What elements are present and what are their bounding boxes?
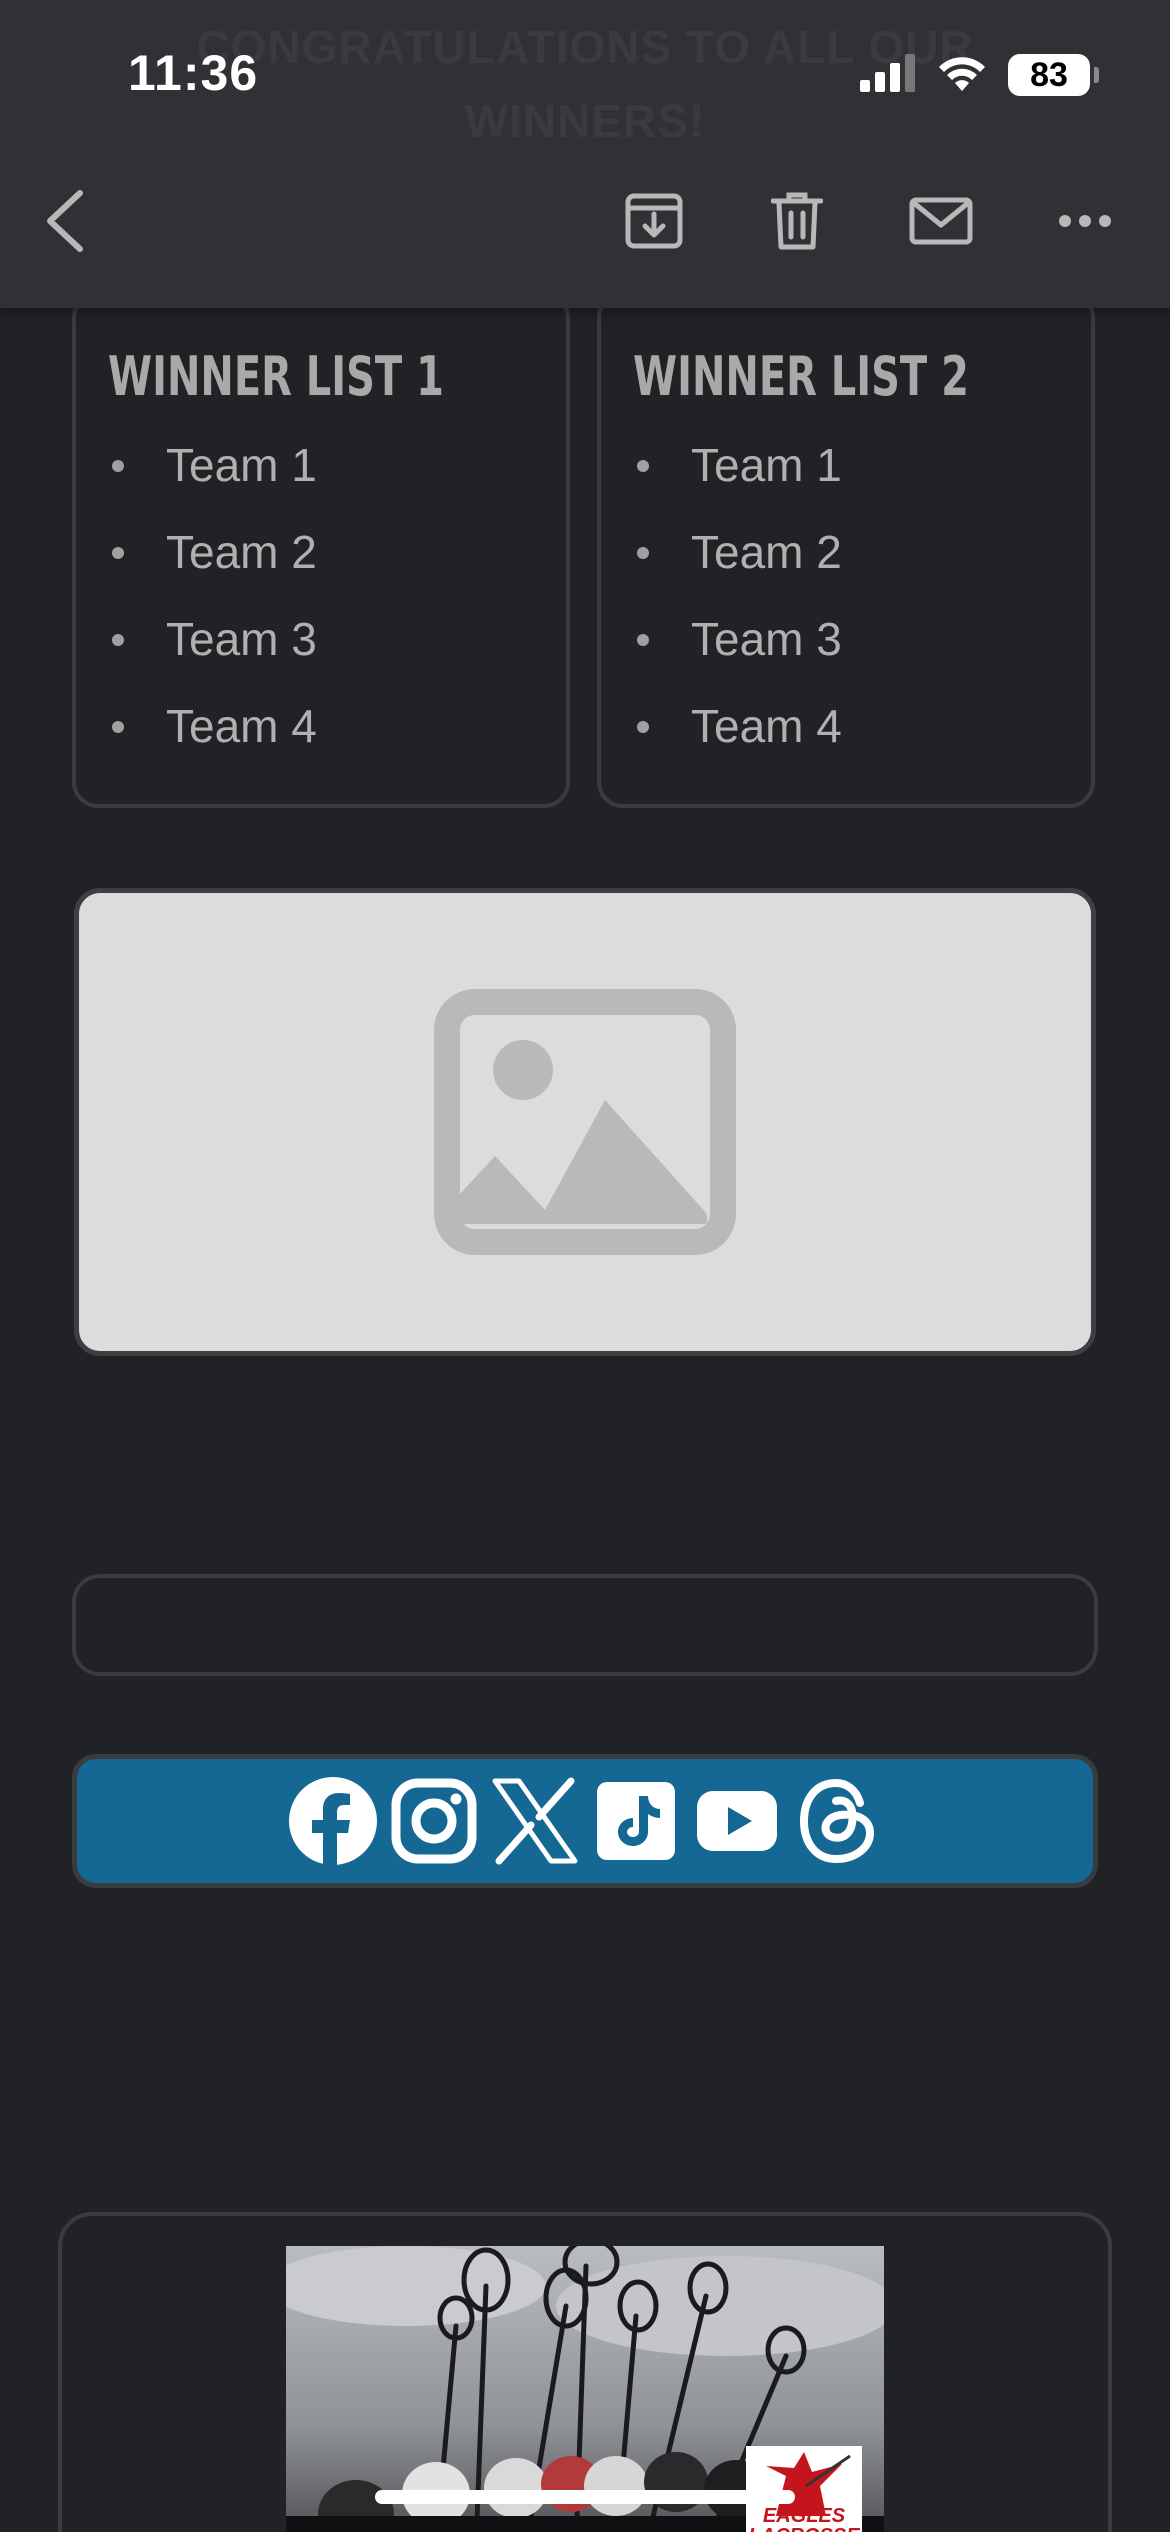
cellular-signal-icon <box>860 53 916 97</box>
list-item: Team 4 <box>633 683 1091 770</box>
wifi-icon <box>936 53 988 98</box>
mail-button[interactable] <box>906 186 976 256</box>
youtube-icon[interactable] <box>693 1777 781 1865</box>
image-placeholder-icon <box>434 989 736 1255</box>
list-item: Team 3 <box>633 596 1091 683</box>
delete-button[interactable] <box>762 186 832 256</box>
threads-icon[interactable] <box>794 1777 882 1865</box>
winner-list: Team 1 Team 2 Team 3 Team 4 <box>633 422 1091 770</box>
eagles-lacrosse-logo: EAGLES LACROSSE <box>746 2446 862 2532</box>
status-time: 11:36 <box>128 45 259 101</box>
winner-list: Team 1 Team 2 Team 3 Team 4 <box>108 422 566 770</box>
list-item: Team 1 <box>633 422 1091 509</box>
list-item: Team 1 <box>108 422 566 509</box>
facebook-icon[interactable] <box>288 1777 377 1865</box>
list-item: Team 2 <box>633 509 1091 596</box>
more-options-button[interactable] <box>1050 186 1120 256</box>
list-item: Team 3 <box>108 596 566 683</box>
battery-indicator: 83 <box>1008 54 1099 96</box>
top-navigation-bar: CONGRATULATIONS TO ALL OUR WINNERS! 11:3… <box>0 0 1170 308</box>
list-item: Team 4 <box>108 683 566 770</box>
tiktok-icon[interactable] <box>592 1777 680 1865</box>
winner-list-card-2: WINNER LIST 2 Team 1 Team 2 Team 3 Team … <box>597 292 1095 808</box>
back-icon <box>47 190 83 252</box>
archive-icon <box>625 193 683 249</box>
winner-list-card-1: WINNER LIST 1 Team 1 Team 2 Team 3 Team … <box>72 292 570 808</box>
trash-icon <box>771 192 823 250</box>
logo-text: EAGLES LACROSSE <box>748 2505 859 2532</box>
winner-list-title: WINNER LIST 1 <box>108 345 444 408</box>
x-icon[interactable] <box>491 1777 579 1865</box>
archive-button[interactable] <box>619 186 689 256</box>
social-links-bar <box>72 1754 1098 1888</box>
mail-icon <box>909 197 973 245</box>
more-icon <box>1059 215 1111 227</box>
instagram-icon[interactable] <box>390 1777 478 1865</box>
list-item: Team 2 <box>108 509 566 596</box>
empty-content-box <box>72 1574 1098 1676</box>
back-button[interactable] <box>30 186 100 256</box>
image-placeholder[interactable] <box>74 888 1096 1356</box>
status-icons: 83 <box>860 50 1099 100</box>
winner-list-title: WINNER LIST 2 <box>633 345 969 408</box>
home-indicator[interactable] <box>375 2490 795 2504</box>
